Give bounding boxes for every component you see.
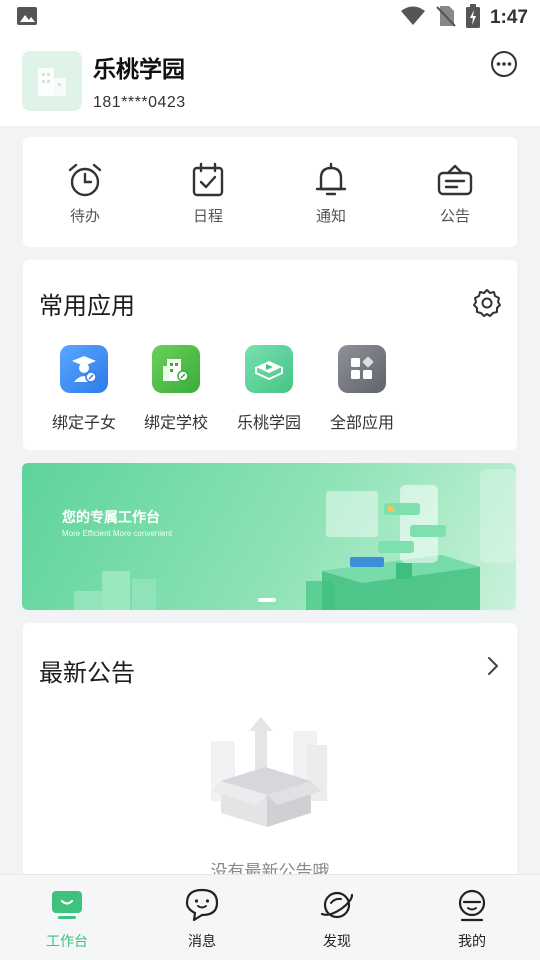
app-label: 绑定子女 <box>51 413 116 432</box>
section-title: 常用应用 <box>39 292 135 320</box>
gear-icon <box>473 289 501 317</box>
bottom-tab-bar: 工作台 消息 发现 我的 <box>0 874 540 960</box>
banner-page-indicator <box>258 598 276 602</box>
chevron-right-icon <box>488 657 498 675</box>
latest-notices-card: 最新公告 没有最新公告哦 <box>23 623 517 883</box>
workbench-icon <box>52 891 82 919</box>
tab-profile[interactable]: 我的 <box>427 887 517 951</box>
app-bind-child[interactable]: 绑定子女 <box>38 345 130 433</box>
wifi-icon <box>400 6 426 30</box>
bell-icon <box>315 162 347 196</box>
announcement-icon <box>437 164 473 196</box>
school-name[interactable]: 乐桃学园 <box>93 50 185 84</box>
app-bind-school[interactable]: 绑定学校 <box>130 345 222 433</box>
app-all-apps[interactable]: 全部应用 <box>316 345 408 433</box>
quick-action-schedule[interactable]: 日程 <box>168 161 248 231</box>
calendar-check-icon <box>192 162 224 197</box>
tab-workbench[interactable]: 工作台 <box>22 887 112 951</box>
quick-actions-card: 待办 日程 通知 公告 <box>23 137 517 247</box>
quick-action-todo[interactable]: 待办 <box>45 161 125 231</box>
empty-box-illustration <box>211 717 327 827</box>
alarm-clock-icon <box>68 163 102 197</box>
graduate-link-icon <box>60 345 108 393</box>
tab-label: 我的 <box>458 934 486 950</box>
banner-subtitle: More Efficient More convenient <box>62 529 173 538</box>
tab-label: 发现 <box>323 934 351 950</box>
account-phone: 181****0423 <box>93 94 186 111</box>
banner-title: 您的专属工作台 <box>62 510 160 526</box>
more-horizontal-icon <box>491 51 517 77</box>
status-icons: 1:47 <box>400 4 528 32</box>
battery-charging-icon <box>465 4 480 32</box>
tab-discover[interactable]: 发现 <box>292 887 382 951</box>
status-bar: 1:47 <box>0 0 540 36</box>
tab-label: 消息 <box>188 934 216 950</box>
profile-header: 乐桃学园 181****0423 <box>0 36 540 126</box>
quick-action-notification[interactable]: 通知 <box>291 161 371 231</box>
status-time: 1:47 <box>489 7 528 28</box>
tab-label: 工作台 <box>46 934 88 950</box>
common-apps-card: 常用应用 绑定子女 绑定学校 乐桃学园 全部应用 <box>23 260 517 450</box>
chat-bubble-icon <box>185 888 219 922</box>
building-icon <box>38 68 66 96</box>
app-label: 乐桃学园 <box>236 413 301 432</box>
grid-apps-icon <box>338 345 386 393</box>
app-letao[interactable]: 乐桃学园 <box>223 345 315 433</box>
quick-action-label: 通知 <box>315 207 346 225</box>
quick-action-label: 待办 <box>69 207 100 225</box>
planet-icon <box>320 891 354 919</box>
app-label: 全部应用 <box>329 413 394 432</box>
play-book-icon <box>245 345 293 393</box>
quick-action-label: 日程 <box>192 207 223 225</box>
profile-icon <box>458 889 486 922</box>
promo-banner[interactable]: 您的专属工作台 More Efficient More convenient <box>22 463 516 610</box>
more-button[interactable] <box>490 50 518 78</box>
school-logo[interactable] <box>22 51 82 111</box>
app-label: 绑定学校 <box>143 413 208 432</box>
apps-settings-button[interactable] <box>472 288 502 318</box>
tab-messages[interactable]: 消息 <box>157 887 247 951</box>
notices-more-button[interactable] <box>483 655 503 677</box>
no-sim-icon <box>436 5 456 31</box>
section-title: 最新公告 <box>39 659 135 687</box>
quick-action-label: 公告 <box>439 207 470 225</box>
quick-action-announcement[interactable]: 公告 <box>415 161 495 231</box>
image-icon <box>16 6 38 30</box>
school-link-icon <box>152 345 200 393</box>
